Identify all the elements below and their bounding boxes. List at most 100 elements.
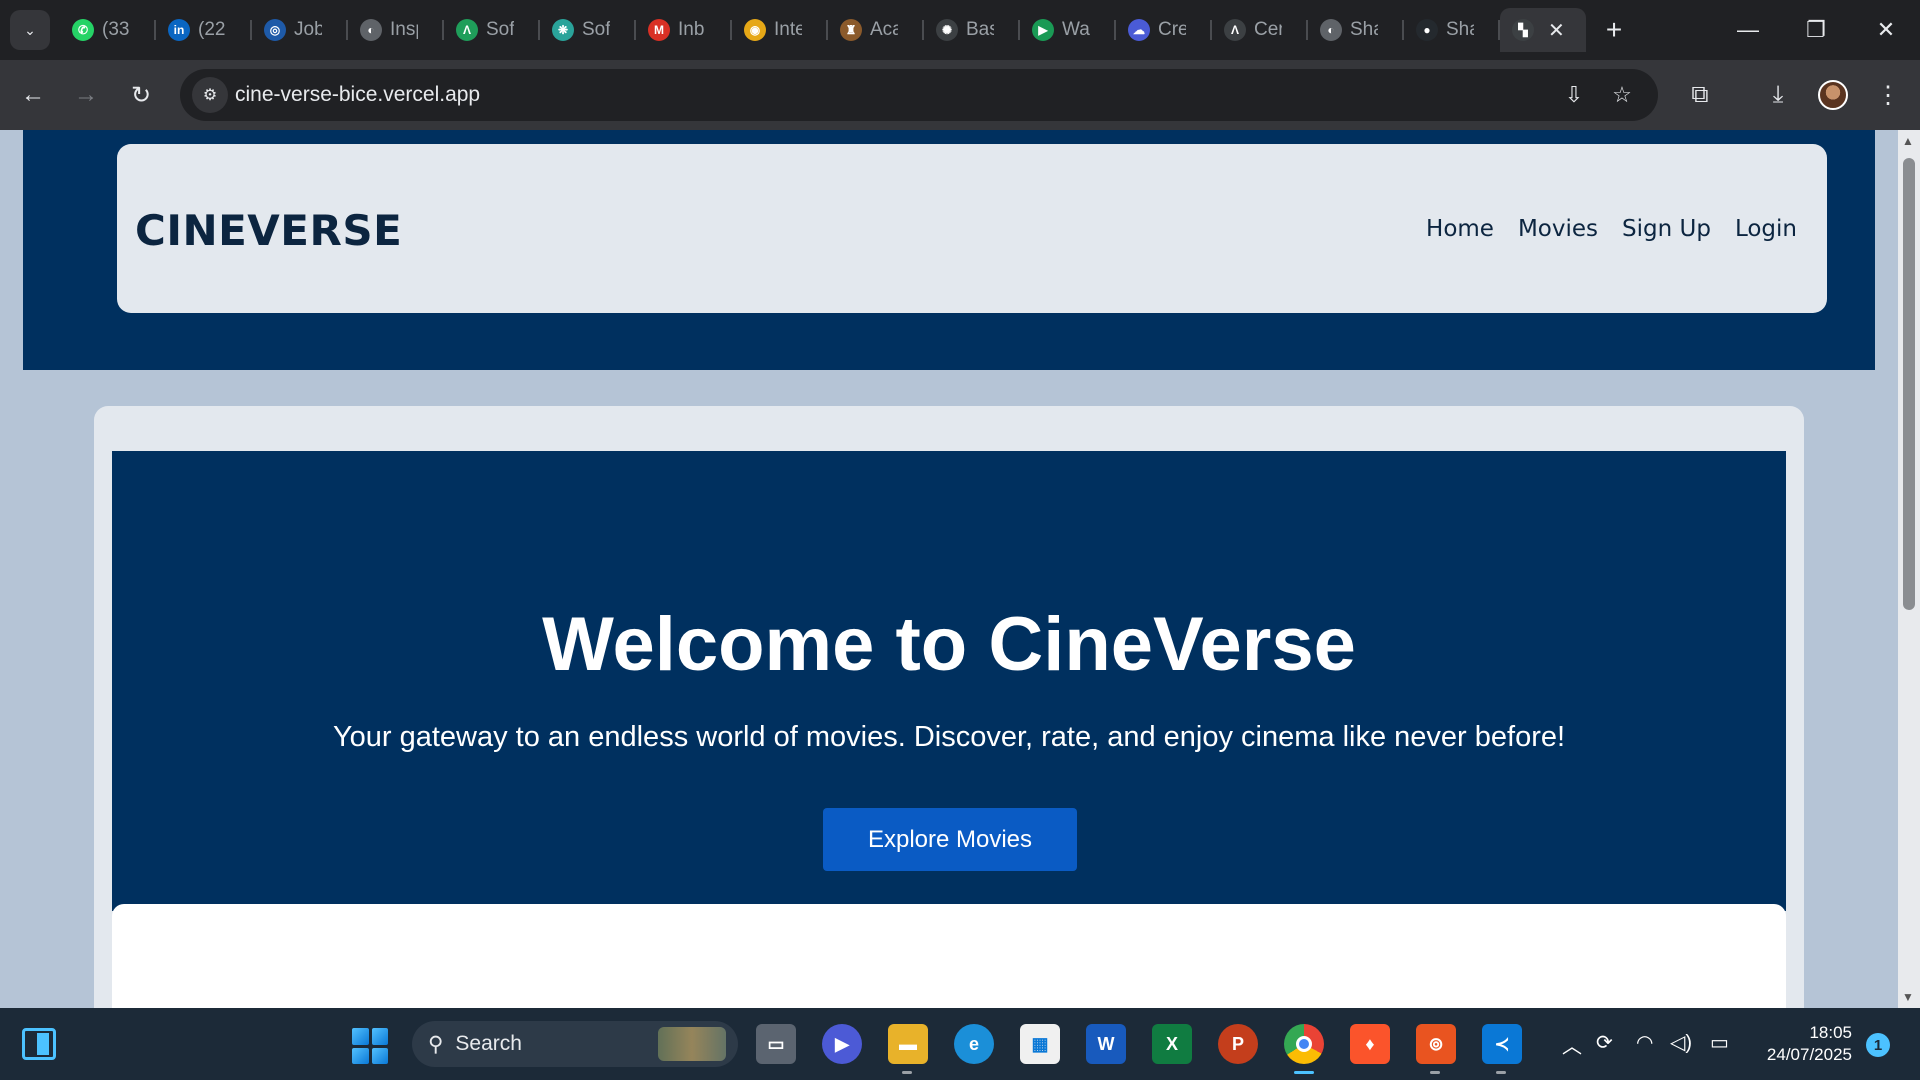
clock-time: 18:05: [1809, 1023, 1852, 1042]
close-window-button[interactable]: ✕: [1858, 8, 1914, 52]
windows-logo-pane: [371, 1047, 388, 1064]
tab-title: Job: [294, 19, 322, 40]
extensions-button[interactable]: ⧉: [1680, 75, 1720, 115]
content-panel: [112, 904, 1786, 1008]
tab-title: (22: [198, 19, 226, 40]
browser-tab[interactable]: ✆ (33: [60, 8, 156, 52]
windows-logo-pane: [371, 1028, 388, 1045]
notification-badge[interactable]: 1: [1866, 1033, 1890, 1057]
chrome-center: [1296, 1036, 1312, 1052]
battery-icon[interactable]: ▭: [1710, 1030, 1729, 1055]
browser-tab[interactable]: in (22: [156, 8, 252, 52]
page-scrollbar[interactable]: ▲ ▼: [1898, 130, 1920, 1008]
play-icon: ▶: [1032, 19, 1054, 41]
scroll-down-icon[interactable]: ▼: [1902, 990, 1914, 1004]
word-icon[interactable]: W: [1086, 1024, 1126, 1064]
hero-section: Welcome to CineVerse Your gateway to an …: [112, 451, 1786, 911]
scroll-up-icon[interactable]: ▲: [1902, 134, 1914, 148]
url-text[interactable]: cine-verse-bice.vercel.app: [235, 83, 480, 107]
tab-title: Sof: [486, 19, 514, 40]
nav-movies-link[interactable]: Movies: [1518, 216, 1598, 242]
taskbar-search[interactable]: ⚲ Search: [412, 1021, 738, 1067]
globe-icon: ◐: [1320, 19, 1342, 41]
github-icon: ●: [1416, 19, 1438, 41]
running-indicator: [1496, 1071, 1506, 1074]
nav-home-link[interactable]: Home: [1426, 216, 1494, 242]
browser-menu-button[interactable]: ⋮: [1868, 75, 1908, 115]
zoom-icon[interactable]: ▶: [822, 1024, 862, 1064]
site-info-icon[interactable]: ⚙: [192, 77, 228, 113]
downloads-button[interactable]: ⤓: [1758, 75, 1798, 115]
ms-store-icon[interactable]: ▦: [1020, 1024, 1060, 1064]
tab-title: Inb: [678, 19, 705, 40]
windows-logo-pane: [352, 1028, 369, 1045]
running-indicator: [902, 1071, 912, 1074]
tab-title: Sha: [1350, 19, 1378, 40]
navbar: CINEVERSE Home Movies Sign Up Login: [117, 144, 1827, 313]
main-nav: Home Movies Sign Up Login: [1426, 216, 1797, 242]
arrow-right-icon: →: [74, 81, 98, 108]
tab-title: Bas: [966, 19, 994, 40]
clock-date: 24/07/2025: [1766, 1045, 1852, 1064]
bookmark-star-icon[interactable]: ☆: [1606, 79, 1638, 111]
active-browser-tab[interactable]: ▚ ✕: [1500, 8, 1586, 52]
ubuntu-icon[interactable]: ⊚: [1416, 1024, 1456, 1074]
browser-tab[interactable]: ◎ Job: [252, 8, 348, 52]
badge-icon: ◉: [744, 19, 766, 41]
start-button[interactable]: [352, 1028, 388, 1064]
tab-title: Sha: [1446, 19, 1474, 40]
minimize-button[interactable]: —: [1720, 8, 1776, 52]
volume-icon[interactable]: ◁): [1670, 1030, 1692, 1055]
code-icon: Λ: [1224, 19, 1246, 41]
browser-tab[interactable]: ● Sha: [1404, 8, 1500, 52]
powerpoint-icon[interactable]: P: [1218, 1024, 1258, 1064]
tab-title: (33: [102, 19, 130, 40]
profile-avatar[interactable]: [1818, 80, 1848, 110]
close-tab-icon[interactable]: ✕: [1548, 18, 1565, 43]
browser-tab[interactable]: Λ Sof: [444, 8, 540, 52]
tray-overflow-chevron-icon[interactable]: ︿: [1562, 1030, 1582, 1059]
browser-tab[interactable]: ✺ Bas: [924, 8, 1020, 52]
gmail-icon: M: [648, 19, 670, 41]
browser-toolbar: ← → ↻ ⚙ cine-verse-bice.vercel.app ⇩ ☆ ⧉…: [0, 60, 1920, 130]
arrow-logo-icon: Λ: [456, 19, 478, 41]
browser-tab[interactable]: ◉ Inte: [732, 8, 828, 52]
browser-tab[interactable]: M Inb: [636, 8, 732, 52]
taskbar-search-label: Search: [455, 1032, 522, 1055]
back-button[interactable]: ←: [13, 75, 53, 115]
widgets-icon[interactable]: [22, 1028, 56, 1060]
browser-tab[interactable]: ▶ Wa: [1020, 8, 1116, 52]
browser-tab[interactable]: ◐ Insp: [348, 8, 444, 52]
browser-tab[interactable]: Λ Cer: [1212, 8, 1308, 52]
address-bar[interactable]: ⚙ cine-verse-bice.vercel.app ⇩ ☆: [180, 69, 1658, 121]
edge-icon[interactable]: e: [954, 1024, 994, 1064]
nav-signup-link[interactable]: Sign Up: [1622, 216, 1711, 242]
nav-login-link[interactable]: Login: [1735, 216, 1797, 242]
browser-tab[interactable]: ☁ Cre: [1116, 8, 1212, 52]
task-view-icon[interactable]: ▭: [756, 1024, 796, 1064]
excel-icon[interactable]: X: [1152, 1024, 1192, 1064]
file-explorer-icon[interactable]: ▬: [888, 1024, 928, 1074]
clapperboard-icon: ▚: [1512, 19, 1534, 41]
browser-tab[interactable]: ◐ Sha: [1308, 8, 1404, 52]
scrollbar-thumb[interactable]: [1903, 158, 1915, 610]
reload-button[interactable]: ↻: [121, 75, 161, 115]
new-tab-button[interactable]: +: [1598, 14, 1630, 46]
wifi-icon[interactable]: ◠: [1636, 1030, 1653, 1055]
sync-icon[interactable]: ⟳: [1596, 1030, 1613, 1055]
forward-button[interactable]: →: [66, 75, 106, 115]
site-logo[interactable]: CINEVERSE: [135, 206, 402, 255]
browser-tab[interactable]: ❋ Sof: [540, 8, 636, 52]
vscode-icon[interactable]: ≺: [1482, 1024, 1522, 1074]
browser-tab[interactable]: ♜ Aca: [828, 8, 924, 52]
chrome-icon[interactable]: [1284, 1024, 1324, 1074]
brave-icon[interactable]: ♦: [1350, 1024, 1390, 1064]
install-app-icon[interactable]: ⇩: [1558, 79, 1590, 111]
site-header: CINEVERSE Home Movies Sign Up Login: [23, 130, 1875, 370]
tab-search-button[interactable]: ⌄: [10, 10, 50, 50]
system-clock[interactable]: 18:05 24/07/2025: [1752, 1022, 1852, 1066]
tab-title: Wa: [1062, 19, 1090, 40]
explore-movies-button[interactable]: Explore Movies: [823, 808, 1077, 871]
restore-button[interactable]: ❐: [1788, 8, 1844, 52]
tab-title: Cre: [1158, 19, 1186, 40]
